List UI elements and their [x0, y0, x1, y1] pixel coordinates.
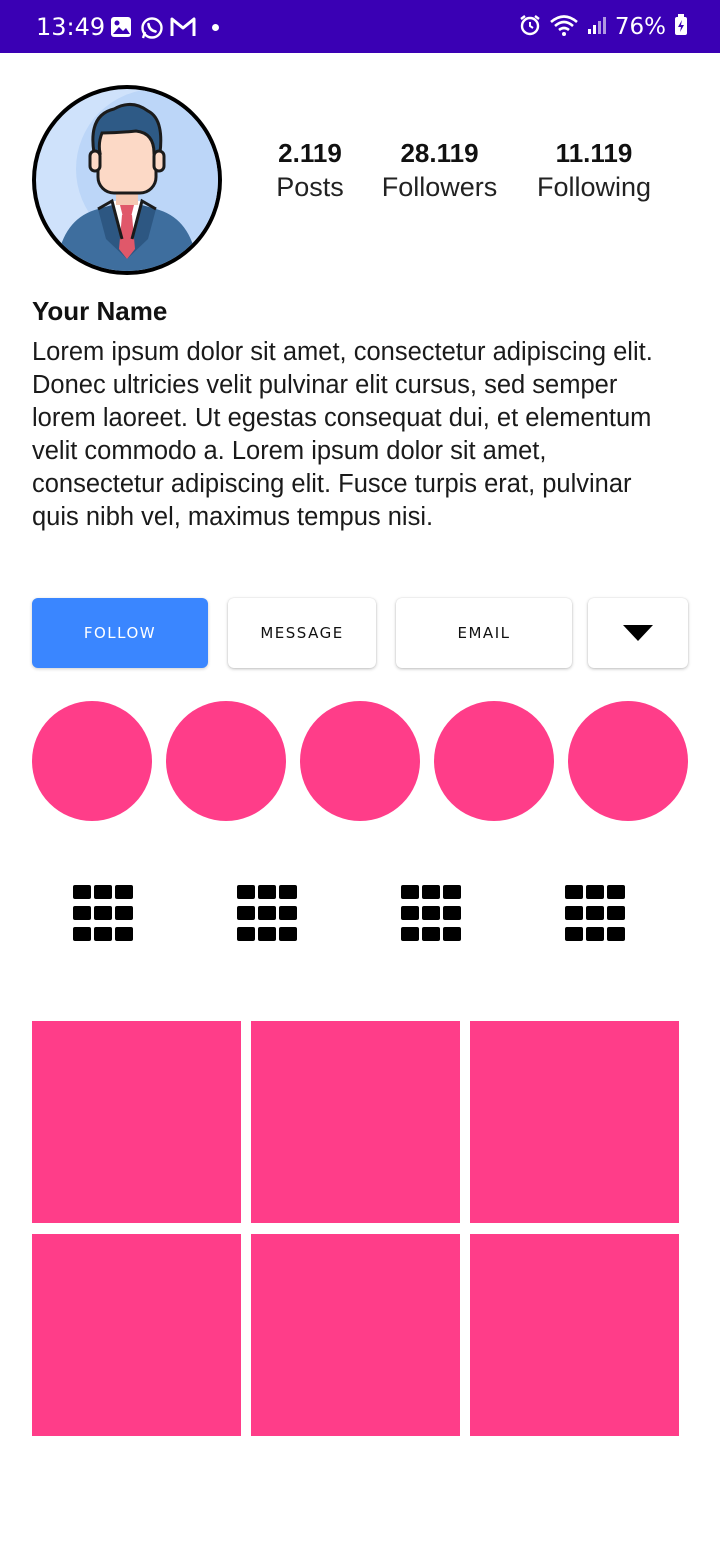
grid-cell — [422, 906, 440, 920]
stat-value: 11.119 — [555, 138, 633, 168]
tab-grid-4[interactable] — [565, 885, 627, 943]
story-highlight[interactable] — [32, 701, 152, 821]
grid-cell — [565, 906, 583, 920]
tab-grid-1[interactable] — [73, 885, 135, 943]
stat-followers[interactable]: 28.119 Followers — [372, 138, 507, 206]
grid-cell — [237, 927, 255, 941]
grid-cell — [258, 885, 276, 899]
grid-cell — [279, 906, 297, 920]
caret-down-icon — [623, 625, 653, 641]
grid-cell — [279, 885, 297, 899]
grid-cell — [115, 885, 133, 899]
grid-cell — [237, 906, 255, 920]
alarm-icon — [519, 14, 541, 40]
stat-following[interactable]: 11.119 Following — [530, 138, 658, 206]
grid-cell — [443, 906, 461, 920]
message-button[interactable]: MESSAGE — [228, 598, 376, 668]
grid-cell — [586, 927, 604, 941]
stat-value: 28.119 — [400, 138, 479, 168]
status-time: 13:49 — [36, 13, 106, 41]
grid-cell — [73, 906, 91, 920]
battery-icon — [674, 14, 688, 40]
post-thumbnail[interactable] — [251, 1234, 460, 1436]
grid-cell — [586, 885, 604, 899]
stat-label: Followers — [381, 172, 498, 202]
battery-percent: 76% — [614, 14, 666, 40]
grid-cell — [94, 885, 112, 899]
grid-cell — [443, 885, 461, 899]
grid-cell — [565, 927, 583, 941]
stat-label: Posts — [276, 172, 344, 202]
grid-cell — [401, 927, 419, 941]
gmail-icon — [170, 16, 196, 38]
stat-label: Following — [536, 172, 652, 202]
grid-cell — [607, 927, 625, 941]
grid-cell — [73, 927, 91, 941]
tab-grid-2[interactable] — [237, 885, 299, 943]
more-button[interactable] — [588, 598, 688, 668]
follow-button[interactable]: FOLLOW — [32, 598, 208, 668]
whatsapp-icon — [140, 16, 163, 39]
grid-cell — [401, 906, 419, 920]
signal-icon — [587, 15, 607, 39]
post-thumbnail[interactable] — [470, 1234, 679, 1436]
grid-cell — [73, 885, 91, 899]
grid-cell — [115, 906, 133, 920]
grid-cell — [94, 906, 112, 920]
story-highlight[interactable] — [434, 701, 554, 821]
story-highlight[interactable] — [568, 701, 688, 821]
grid-cell — [401, 885, 419, 899]
avatar[interactable] — [32, 85, 222, 275]
stat-posts[interactable]: 2.119 Posts — [260, 138, 360, 206]
gallery-icon — [110, 16, 132, 38]
stat-value: 2.119 — [278, 138, 342, 168]
tab-grid-3[interactable] — [401, 885, 463, 943]
grid-cell — [422, 885, 440, 899]
avatar-icon — [56, 89, 218, 271]
post-thumbnail[interactable] — [32, 1234, 241, 1436]
grid-cell — [607, 906, 625, 920]
grid-cell — [115, 927, 133, 941]
status-bar: 13:49 76% — [0, 0, 720, 53]
grid-cell — [586, 906, 604, 920]
grid-cell — [279, 927, 297, 941]
grid-cell — [258, 927, 276, 941]
profile-bio: Lorem ipsum dolor sit amet, consectetur … — [32, 338, 653, 531]
grid-cell — [565, 885, 583, 899]
notification-dot — [212, 23, 219, 31]
grid-cell — [237, 885, 255, 899]
profile-stats: 2.119 Posts 28.119 Followers 11.119 Foll… — [260, 138, 680, 218]
wifi-icon — [549, 14, 579, 40]
grid-cell — [607, 885, 625, 899]
grid-cell — [94, 927, 112, 941]
email-button[interactable]: EMAIL — [396, 598, 572, 668]
grid-cell — [443, 927, 461, 941]
story-highlight[interactable] — [300, 701, 420, 821]
story-highlight[interactable] — [166, 701, 286, 821]
profile-name: Your Name — [32, 296, 168, 326]
grid-cell — [422, 927, 440, 941]
post-thumbnail[interactable] — [32, 1021, 241, 1223]
post-thumbnail[interactable] — [470, 1021, 679, 1223]
post-thumbnail[interactable] — [251, 1021, 460, 1223]
grid-cell — [258, 906, 276, 920]
